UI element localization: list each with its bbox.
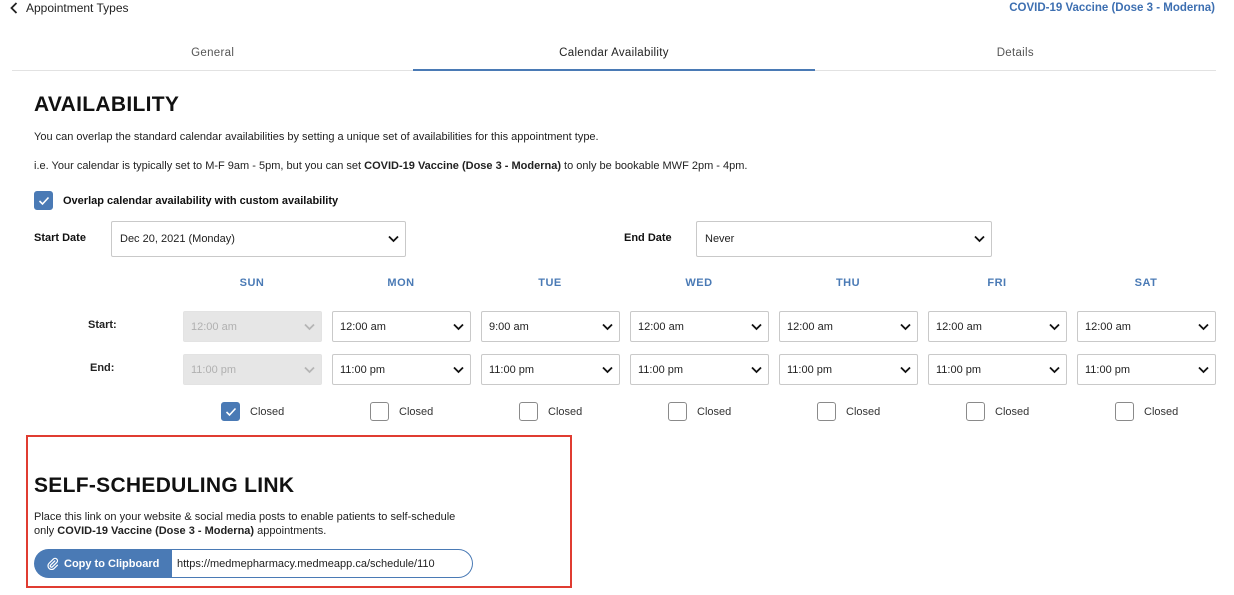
copy-to-clipboard-button[interactable]: Copy to Clipboard bbox=[34, 549, 172, 578]
chevron-down-icon bbox=[453, 323, 464, 330]
start-date-value: Dec 20, 2021 (Monday) bbox=[120, 233, 235, 245]
sun-start-select[interactable]: 12:00 am bbox=[183, 311, 322, 342]
check-icon bbox=[225, 407, 236, 416]
closed-label: Closed bbox=[995, 405, 1030, 418]
chevron-down-icon bbox=[1049, 323, 1060, 330]
tab-bar: General Calendar Availability Details bbox=[12, 40, 1216, 71]
wed-closed-checkbox[interactable] bbox=[668, 402, 687, 421]
chevron-down-icon bbox=[900, 323, 911, 330]
check-icon bbox=[38, 196, 49, 205]
chevron-down-icon bbox=[304, 323, 315, 330]
chevron-down-icon bbox=[602, 366, 613, 373]
sat-start-select[interactable]: 12:00 am bbox=[1077, 311, 1216, 342]
tue-closed-checkbox[interactable] bbox=[519, 402, 538, 421]
overlap-label: Overlap calendar availability with custo… bbox=[63, 194, 339, 207]
availability-description: You can overlap the standard calendar av… bbox=[34, 131, 599, 143]
day-header-sun: SUN bbox=[239, 277, 265, 289]
availability-title: AVAILABILITY bbox=[34, 93, 180, 116]
start-row-label: Start: bbox=[88, 319, 117, 331]
sat-end-select[interactable]: 11:00 pm bbox=[1077, 354, 1216, 385]
day-header-fri: FRI bbox=[987, 277, 1007, 289]
mon-closed: Closed bbox=[370, 402, 433, 421]
sat-closed-checkbox[interactable] bbox=[1115, 402, 1134, 421]
chevron-down-icon bbox=[1049, 366, 1060, 373]
chevron-down-icon bbox=[388, 235, 399, 243]
day-header-mon: MON bbox=[387, 277, 415, 289]
day-header-thu: THU bbox=[835, 277, 861, 289]
closed-label: Closed bbox=[697, 405, 732, 418]
sun-closed-checkbox[interactable] bbox=[221, 402, 240, 421]
paperclip-icon bbox=[47, 557, 59, 570]
thu-closed-checkbox[interactable] bbox=[817, 402, 836, 421]
wed-end-select[interactable]: 11:00 pm bbox=[630, 354, 769, 385]
wed-closed: Closed bbox=[668, 402, 731, 421]
copy-link-group: Copy to Clipboard https://medmepharmacy.… bbox=[34, 549, 473, 578]
chevron-down-icon bbox=[453, 366, 464, 373]
chevron-down-icon bbox=[974, 235, 985, 243]
self-scheduling-description: Place this link on your website & social… bbox=[34, 511, 456, 537]
back-link-label: Appointment Types bbox=[26, 1, 129, 15]
end-date-select[interactable]: Never bbox=[696, 221, 992, 257]
mon-end-select[interactable]: 11:00 pm bbox=[332, 354, 471, 385]
chevron-down-icon bbox=[751, 323, 762, 330]
thu-end-select[interactable]: 11:00 pm bbox=[779, 354, 918, 385]
chevron-down-icon bbox=[304, 366, 315, 373]
tab-details[interactable]: Details bbox=[815, 40, 1216, 70]
day-header-tue: TUE bbox=[538, 277, 562, 289]
chevron-down-icon bbox=[602, 323, 613, 330]
mon-closed-checkbox[interactable] bbox=[370, 402, 389, 421]
start-date-label: Start Date bbox=[34, 232, 86, 244]
tue-end-select[interactable]: 11:00 pm bbox=[481, 354, 620, 385]
chevron-down-icon bbox=[1198, 323, 1209, 330]
tab-general[interactable]: General bbox=[12, 40, 413, 70]
overlap-option: Overlap calendar availability with custo… bbox=[34, 191, 338, 210]
sun-closed: Closed bbox=[221, 402, 284, 421]
availability-example: i.e. Your calendar is typically set to M… bbox=[34, 160, 748, 172]
wed-start-select[interactable]: 12:00 am bbox=[630, 311, 769, 342]
mon-start-select[interactable]: 12:00 am bbox=[332, 311, 471, 342]
closed-label: Closed bbox=[548, 405, 583, 418]
thu-start-select[interactable]: 12:00 am bbox=[779, 311, 918, 342]
start-date-select[interactable]: Dec 20, 2021 (Monday) bbox=[111, 221, 406, 257]
thu-closed: Closed bbox=[817, 402, 880, 421]
overlap-checkbox[interactable] bbox=[34, 191, 53, 210]
tue-closed: Closed bbox=[519, 402, 582, 421]
top-bar: Appointment Types COVID-19 Vaccine (Dose… bbox=[0, 0, 1234, 20]
chevron-down-icon bbox=[900, 366, 911, 373]
copy-button-label: Copy to Clipboard bbox=[64, 557, 160, 570]
closed-label: Closed bbox=[1144, 405, 1179, 418]
fri-closed-checkbox[interactable] bbox=[966, 402, 985, 421]
tab-calendar-availability[interactable]: Calendar Availability bbox=[413, 40, 815, 71]
day-header-sat: SAT bbox=[1134, 277, 1158, 289]
day-header-wed: WED bbox=[685, 277, 713, 289]
self-scheduling-title: SELF-SCHEDULING LINK bbox=[34, 474, 295, 497]
fri-end-select[interactable]: 11:00 pm bbox=[928, 354, 1067, 385]
closed-label: Closed bbox=[399, 405, 434, 418]
chevron-down-icon bbox=[751, 366, 762, 373]
sat-closed: Closed bbox=[1115, 402, 1178, 421]
scheduling-url-field[interactable]: https://medmepharmacy.medmeapp.ca/schedu… bbox=[172, 549, 473, 578]
end-row-label: End: bbox=[90, 362, 115, 374]
chevron-down-icon bbox=[1198, 366, 1209, 373]
end-date-label: End Date bbox=[624, 232, 672, 244]
fri-start-select[interactable]: 12:00 am bbox=[928, 311, 1067, 342]
fri-closed: Closed bbox=[966, 402, 1029, 421]
sun-end-select[interactable]: 11:00 pm bbox=[183, 354, 322, 385]
back-link[interactable]: Appointment Types bbox=[10, 1, 129, 15]
tue-start-select[interactable]: 9:00 am bbox=[481, 311, 620, 342]
closed-label: Closed bbox=[846, 405, 881, 418]
chevron-left-icon bbox=[10, 2, 18, 14]
end-date-value: Never bbox=[705, 233, 735, 245]
appointment-name-link[interactable]: COVID-19 Vaccine (Dose 3 - Moderna) bbox=[1009, 2, 1215, 14]
closed-label: Closed bbox=[250, 405, 285, 418]
